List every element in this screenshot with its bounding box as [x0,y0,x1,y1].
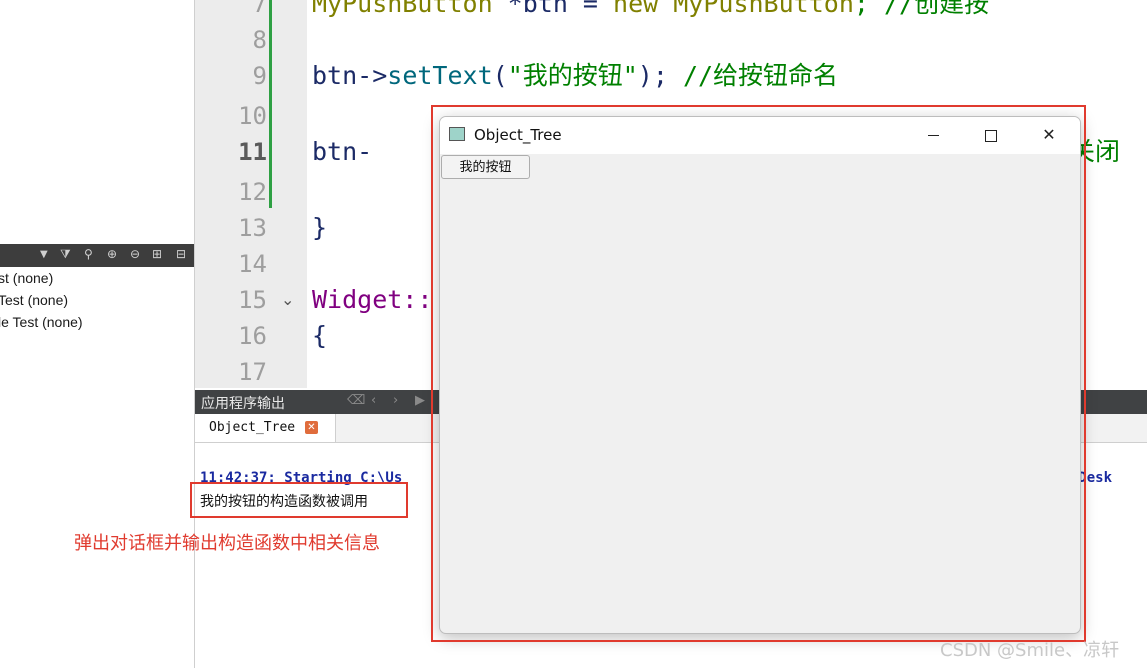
split-icon[interactable]: ⊞ [152,247,162,261]
fold-chevron-icon[interactable]: ⌄ [281,290,294,309]
code-line-15: Widget:: [312,285,433,314]
sync-icon[interactable]: ⚲ [84,247,93,261]
line-number: 14 [238,250,267,278]
collapse-icon[interactable]: ⊖ [130,247,140,261]
code-token: *btn = [507,0,614,18]
code-token: //给按钮命名 [682,61,839,90]
code-token: ); [637,61,683,90]
left-panel: ▼ ⧩ ⚲ ⊕ ⊖ ⊞ ⊟ st (none) Test (none) le T… [0,0,195,668]
close-pane-icon[interactable]: ⊟ [176,247,186,261]
clear-output-icon[interactable]: ⌫ [347,393,365,408]
code-line-16: { [312,321,328,350]
tab-object-tree[interactable]: Object_Tree ✕ [195,414,336,442]
line-number: 7 [252,0,267,18]
change-marker [269,0,272,208]
tree-item[interactable]: le Test (none) [0,314,83,330]
code-token: btn-> [312,61,388,90]
code-token: ; //创建按 [853,0,990,18]
line-number: 13 [238,214,267,242]
code-line-11: btn- [312,134,372,170]
code-token: "我的按钮" [507,61,638,90]
code-token: new [613,0,674,18]
line-number: 9 [252,62,267,90]
tab-label: Object_Tree [209,420,296,435]
run-icon[interactable]: ▶ [415,393,425,408]
current-line-number: 11 [238,138,267,166]
output-panel-title: 应用程序输出 [201,396,285,412]
line-number: 8 [252,26,267,54]
line-number-gutter: 7 8 9 10 11 12 13 14 15 16 17 ⌄ [195,0,307,388]
tab-close-icon[interactable]: ✕ [305,421,318,434]
line-number: 15 [238,286,267,314]
code-token: ( [492,61,508,90]
filter-icon[interactable]: ⧩ [60,247,71,262]
expand-icon[interactable]: ⊕ [107,247,117,261]
line-number: 10 [238,102,267,130]
watermark: CSDN @Smile、凉轩 [940,640,1120,661]
code-token: MyPushButton [673,0,854,18]
line-number: 12 [238,178,267,206]
tree-toolbar: ▼ ⧩ ⚲ ⊕ ⊖ ⊞ ⊟ [0,244,194,267]
code-token: setText [387,61,493,90]
tree-item[interactable]: Test (none) [0,292,68,308]
code-line-9: btn->setText("我的按钮"); //给按钮命名 [312,58,838,94]
constructor-message: 我的按钮的构造函数被调用 [200,494,368,510]
combo-arrow-icon[interactable]: ▼ [40,249,48,260]
code-token: btn- [312,137,373,166]
code-token: MyPushButton [312,0,508,18]
tree-item[interactable]: st (none) [0,270,53,286]
prev-arrow-icon[interactable]: ‹ [371,393,376,408]
annotation-text: 弹出对话框并输出构造函数中相关信息 [74,533,380,554]
code-line-13: } [312,213,328,242]
line-number: 16 [238,322,267,350]
code-line-7: MyPushButton *btn = new MyPushButton; //… [312,0,989,22]
window-highlight-frame [431,105,1086,642]
line-number: 17 [238,358,267,386]
next-arrow-icon[interactable]: › [393,393,398,408]
